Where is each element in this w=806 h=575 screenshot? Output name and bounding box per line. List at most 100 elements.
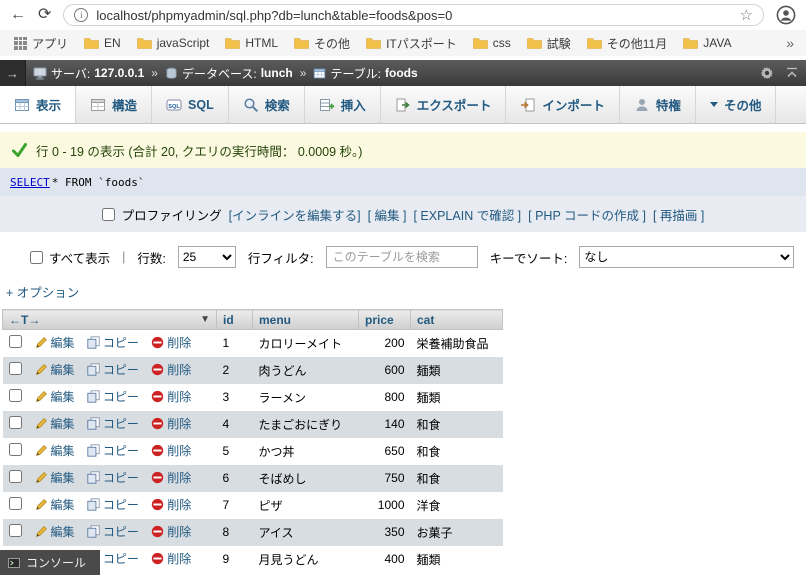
delete-link[interactable]: 削除 (151, 496, 191, 513)
bookmark-folder[interactable]: 試験 (521, 33, 577, 54)
tab-import[interactable]: インポート (506, 86, 620, 123)
copy-icon (87, 471, 100, 484)
num-rows-select[interactable]: 25 (177, 246, 236, 268)
tab-insert[interactable]: 挿入 (305, 86, 381, 123)
edit-query-link[interactable]: [ 編集 ] (368, 205, 407, 224)
edit-link[interactable]: 編集 (35, 334, 75, 351)
bookmark-folder[interactable]: その他 (288, 33, 356, 54)
delete-link[interactable]: 削除 (151, 334, 191, 351)
explain-link[interactable]: [ EXPLAIN で確認 ] (413, 205, 521, 224)
profile-avatar-icon[interactable] (776, 5, 796, 25)
delete-link[interactable]: 削除 (151, 415, 191, 432)
copy-link[interactable]: コピー (87, 496, 139, 513)
console-toggle[interactable]: コンソール (0, 550, 101, 575)
cell-cat: 麺類 (416, 552, 441, 567)
copy-link[interactable]: コピー (87, 361, 139, 378)
page-info-icon[interactable]: i (74, 8, 89, 22)
tab-structure[interactable]: 構造 (76, 86, 153, 123)
edit-link[interactable]: 編集 (35, 523, 75, 540)
back-icon[interactable]: ← (10, 7, 26, 23)
show-all-control[interactable]: すべて表示 (30, 248, 110, 267)
row-checkbox[interactable] (9, 524, 22, 537)
url-text[interactable]: localhost/phpmyadmin/sql.php?db=lunch&ta… (96, 8, 731, 23)
num-rows-label: 行数: (137, 251, 166, 266)
cell-price: 140 (358, 410, 411, 438)
column-header-price[interactable]: price (358, 309, 411, 330)
bookmark-folder[interactable]: HTML (219, 34, 284, 52)
edit-link[interactable]: 編集 (35, 442, 75, 459)
address-bar[interactable]: i localhost/phpmyadmin/sql.php?db=lunch&… (63, 4, 764, 26)
inline-edit-link[interactable]: [インラインを編集する] (229, 205, 361, 224)
profiling-checkbox[interactable] (101, 208, 115, 221)
delete-link[interactable]: 削除 (151, 388, 191, 405)
bookmark-folder[interactable]: JAVA (677, 34, 737, 52)
show-all-checkbox[interactable] (30, 250, 43, 264)
controls-separator: | (122, 250, 126, 264)
tab-sql[interactable]: SQL SQL (152, 86, 229, 123)
chevron-down-icon (709, 102, 718, 107)
php-code-link[interactable]: [ PHP コードの作成 ] (528, 205, 646, 224)
delete-link[interactable]: 削除 (151, 361, 191, 378)
delete-link[interactable]: 削除 (151, 550, 191, 567)
edit-link[interactable]: 編集 (35, 469, 75, 486)
row-checkbox[interactable] (9, 470, 22, 483)
delete-icon (152, 444, 164, 457)
breadcrumb-server[interactable]: サーバ: 127.0.0.1 (33, 65, 144, 82)
row-checkbox[interactable] (9, 443, 22, 456)
folder-icon (136, 38, 152, 49)
sort-key-select[interactable]: なし (579, 246, 795, 268)
copy-link[interactable]: コピー (87, 523, 139, 540)
profiling-label: プロファイリング (121, 208, 222, 223)
bookmark-folder[interactable]: EN (78, 34, 127, 52)
row-checkbox[interactable] (9, 416, 22, 429)
folder-icon (526, 38, 542, 49)
bookmarks-overflow-icon[interactable]: » (782, 35, 798, 51)
bookmark-folder[interactable]: ITパスポート (360, 33, 463, 54)
row-checkbox[interactable] (9, 497, 22, 510)
tab-more[interactable]: その他 (696, 86, 777, 123)
table-icon (314, 68, 326, 78)
column-move-arrows[interactable]: ←T→ (9, 313, 40, 327)
apps-shortcut[interactable]: アプリ (8, 33, 74, 54)
row-actions-caret-icon[interactable]: ▼ (200, 314, 210, 325)
row-checkbox[interactable] (9, 335, 22, 349)
copy-link[interactable]: コピー (87, 469, 139, 486)
copy-link[interactable]: コピー (87, 334, 139, 351)
bookmark-folder[interactable]: その他11月 (581, 33, 673, 54)
breadcrumb-table[interactable]: テーブル: foods (313, 65, 418, 82)
tab-search[interactable]: 検索 (229, 86, 305, 123)
table-filter-input[interactable] (325, 246, 478, 268)
column-header-menu[interactable]: menu (252, 309, 359, 330)
tab-export[interactable]: エクスポート (381, 86, 507, 123)
apps-grid-icon (14, 36, 27, 50)
edit-link[interactable]: 編集 (35, 496, 75, 513)
export-icon (396, 98, 410, 111)
breadcrumb-database[interactable]: データベース: lunch (165, 65, 293, 82)
edit-link[interactable]: 編集 (35, 361, 75, 378)
tab-browse[interactable]: 表示 (0, 86, 77, 123)
refresh-link[interactable]: [ 再描画 ] (653, 205, 704, 224)
copy-link[interactable]: コピー (87, 388, 139, 405)
bookmark-folder[interactable]: css (467, 34, 517, 52)
delete-link[interactable]: 削除 (151, 469, 191, 486)
reload-icon[interactable]: ⟳ (38, 7, 51, 23)
collapse-top-icon[interactable] (786, 67, 798, 79)
delete-link[interactable]: 削除 (151, 442, 191, 459)
options-toggle[interactable]: + オプション (0, 278, 806, 309)
bookmark-folder[interactable]: javaScript (131, 34, 216, 52)
row-checkbox[interactable] (9, 389, 22, 402)
bookmark-star-icon[interactable]: ☆ (740, 6, 753, 24)
show-navigation-panel-icon[interactable]: → (0, 60, 26, 86)
edit-link[interactable]: 編集 (35, 388, 75, 405)
edit-link[interactable]: 編集 (35, 415, 75, 432)
page-settings-gear-icon[interactable] (760, 66, 774, 80)
delete-link[interactable]: 削除 (151, 523, 191, 540)
column-header-cat[interactable]: cat (410, 309, 503, 330)
column-header-id[interactable]: id (216, 309, 253, 330)
sql-keyword-link[interactable]: SELECT (10, 176, 50, 189)
copy-link[interactable]: コピー (87, 415, 139, 432)
cell-id: 7 (222, 498, 230, 512)
copy-link[interactable]: コピー (87, 442, 139, 459)
tab-privileges[interactable]: 特権 (620, 86, 696, 123)
row-checkbox[interactable] (9, 362, 22, 375)
